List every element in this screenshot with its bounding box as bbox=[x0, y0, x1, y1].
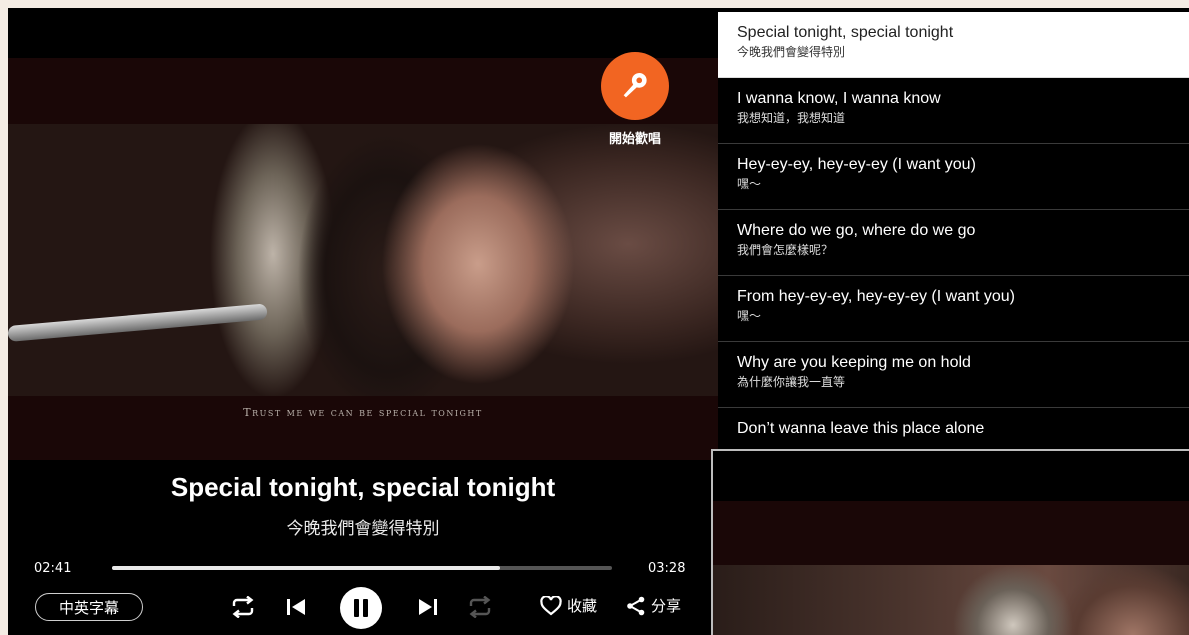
start-singing-label: 開始歡唱 bbox=[608, 132, 661, 147]
pause-icon bbox=[354, 599, 368, 617]
mini-video-preview[interactable] bbox=[711, 449, 1189, 635]
lyric-row-chinese: 嘿～ bbox=[737, 309, 762, 323]
lyric-row-chinese: 為什麼你讓我一直等 bbox=[737, 375, 846, 389]
video-burned-caption: Trust me we can be special tonight bbox=[243, 406, 483, 419]
previous-icon bbox=[287, 599, 305, 615]
progress-bar[interactable] bbox=[112, 566, 612, 570]
lyric-row-english: I wanna know, I wanna know bbox=[737, 90, 941, 107]
start-singing-button[interactable] bbox=[601, 52, 669, 120]
pause-button[interactable] bbox=[340, 587, 382, 629]
lyric-row-english: Why are you keeping me on hold bbox=[737, 354, 971, 371]
video-player: Trust me we can be special tonight 開始歡唱 … bbox=[8, 8, 718, 635]
repeat-icon bbox=[232, 596, 254, 618]
favorite-label: 收藏 bbox=[567, 597, 598, 615]
next-button[interactable] bbox=[415, 595, 441, 619]
progress-fill bbox=[112, 566, 500, 570]
current-lyric-english: Special tonight, special tonight bbox=[170, 472, 556, 502]
shuffle-button[interactable] bbox=[466, 595, 494, 619]
mini-video-frame-image bbox=[713, 565, 1189, 635]
app-frame: Trust me we can be special tonight 開始歡唱 … bbox=[8, 8, 1189, 635]
lyric-row[interactable]: Why are you keeping me on hold 為什麼你讓我一直等 bbox=[718, 342, 1189, 408]
microphone-icon bbox=[623, 72, 647, 98]
total-time: 03:28 bbox=[648, 561, 686, 576]
lyric-row[interactable]: Hey-ey-ey, hey-ey-ey (I want you) 嘿～ bbox=[718, 144, 1189, 210]
lyric-row-chinese: 今晚我們會變得特別 bbox=[737, 45, 846, 59]
current-time: 02:41 bbox=[34, 561, 72, 576]
lyric-row-english: From hey-ey-ey, hey-ey-ey (I want you) bbox=[737, 288, 1016, 305]
lyrics-list[interactable]: Special tonight, special tonight 今晚我們會變得特… bbox=[718, 12, 1189, 474]
favorite-button[interactable]: 收藏 bbox=[540, 595, 597, 616]
lyric-row-english: Hey-ey-ey, hey-ey-ey (I want you) bbox=[737, 156, 976, 173]
subtitle-mode-button[interactable]: 中英字幕 bbox=[35, 593, 143, 621]
lyric-row[interactable]: I wanna know, I wanna know 我想知道，我想知道 bbox=[718, 78, 1189, 144]
lyric-row-chinese: 我想知道，我想知道 bbox=[737, 111, 846, 125]
lyric-row-english: Where do we go, where do we go bbox=[737, 222, 976, 239]
lyric-row[interactable]: Special tonight, special tonight 今晚我們會變得特… bbox=[718, 12, 1189, 78]
lyric-row-english: Don’t wanna leave this place alone bbox=[737, 420, 985, 437]
lyric-row[interactable]: Where do we go, where do we go 我們會怎麼樣呢？ bbox=[718, 210, 1189, 276]
current-lyric-chinese: 今晚我們會變得特別 bbox=[286, 519, 440, 539]
previous-button[interactable] bbox=[283, 595, 309, 619]
shuffle-repeat-icon bbox=[469, 596, 491, 618]
lyric-row-chinese: 我們會怎麼樣呢？ bbox=[737, 243, 834, 257]
share-button[interactable]: 分享 bbox=[626, 595, 681, 616]
share-label: 分享 bbox=[651, 597, 682, 615]
video-frame-image bbox=[8, 124, 718, 396]
repeat-button[interactable] bbox=[229, 595, 257, 619]
share-icon bbox=[627, 596, 645, 615]
lyric-row[interactable]: From hey-ey-ey, hey-ey-ey (I want you) 嘿～ bbox=[718, 276, 1189, 342]
lyric-row-english: Special tonight, special tonight bbox=[737, 24, 954, 41]
heart-icon bbox=[540, 595, 562, 615]
lyric-row-chinese: 嘿～ bbox=[737, 177, 762, 191]
mini-letterbox bbox=[713, 501, 1189, 565]
next-icon bbox=[419, 599, 437, 615]
